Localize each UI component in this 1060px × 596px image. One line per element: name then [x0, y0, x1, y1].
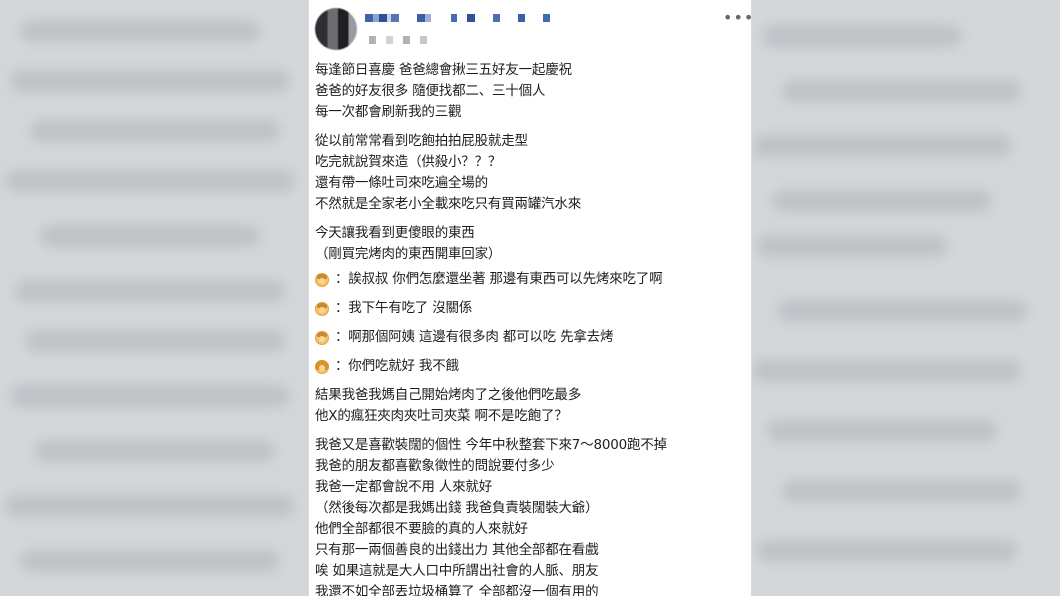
dialogue-text: ：啊那個阿姨 這邊有很多肉 都可以吃 先拿去烤 [335, 329, 614, 345]
blurred-background-left [0, 0, 308, 596]
text-line: 每一次都會刷新我的三觀 [315, 104, 462, 120]
paragraph: 今天讓我看到更傻眼的東西 （剛買完烤肉的東西開車回家） [315, 223, 743, 265]
text-line: （剛買完烤肉的東西開車回家） [315, 246, 502, 262]
dialogue-text: ：你們吃就好 我不餓 [335, 358, 459, 374]
blurred-background-right [752, 0, 1060, 596]
post-meta-censored [369, 36, 427, 44]
text-line: 從以前常常看到吃飽拍拍屁股就走型 [315, 133, 528, 149]
text-line: 吃完就說賀來造（供殺小？？？ [315, 154, 502, 170]
woman-emoji-icon [315, 359, 329, 374]
paragraph: 結果我爸我媽自己開始烤肉了之後他們吃最多 他X的瘋狂夾肉夾吐司夾菜 啊不是吃飽了… [315, 385, 743, 427]
text-line: 他們全部都很不要臉的真的人來就好 [315, 521, 528, 537]
text-line: 我還不如全部丟垃圾桶算了 全部都沒一個有用的 [315, 584, 599, 596]
text-line: 爸爸的好友很多 隨便找都二、三十個人 [315, 83, 546, 99]
text-line: 只有那一兩個善良的出錢出力 其他全部都在看戲 [315, 542, 599, 558]
text-line: （然後每次都是我媽出錢 我爸負責裝闊裝大爺） [315, 500, 599, 516]
man-emoji-icon [315, 301, 329, 316]
author-name-censored[interactable] [365, 14, 550, 22]
paragraph: 我爸又是喜歡裝闊的個性 今年中秋整套下來7～8000跑不掉 我爸的朋友都喜歡象徵… [315, 435, 743, 596]
text-line: 每逢節日喜慶 爸爸總會揪三五好友一起慶祝 [315, 62, 572, 78]
paragraph: 每逢節日喜慶 爸爸總會揪三五好友一起慶祝 爸爸的好友很多 隨便找都二、三十個人 … [315, 60, 743, 123]
man-emoji-icon [315, 330, 329, 345]
avatar[interactable] [315, 8, 357, 50]
dialogue-text: ：我下午有吃了 沒關係 [335, 300, 473, 316]
text-line: 不然就是全家老小全載來吃只有買兩罐汽水來 [315, 196, 581, 212]
text-line: 還有帶一條吐司來吃遍全場的 [315, 175, 488, 191]
dialogue-line: ：啊那個阿姨 這邊有很多肉 都可以吃 先拿去烤 [315, 327, 743, 348]
dialogue-line: ：你們吃就好 我不餓 [315, 356, 743, 377]
post-body: 每逢節日喜慶 爸爸總會揪三五好友一起慶祝 爸爸的好友很多 隨便找都二、三十個人 … [315, 60, 743, 596]
dialogue-text: ：誒叔叔 你們怎麼還坐著 那邊有東西可以先烤來吃了啊 [335, 271, 663, 287]
text-line: 我爸又是喜歡裝闊的個性 今年中秋整套下來7～8000跑不掉 [315, 437, 667, 453]
text-line: 今天讓我看到更傻眼的東西 [315, 225, 475, 241]
text-line: 結果我爸我媽自己開始烤肉了之後他們吃最多 [315, 387, 581, 403]
text-line: 我爸一定都會說不用 人來就好 [315, 479, 492, 495]
more-options-button[interactable]: ••• [723, 10, 751, 26]
post-card: ••• 每逢節日喜慶 爸爸總會揪三五好友一起慶祝 爸爸的好友很多 隨便找都二、三… [308, 0, 752, 596]
paragraph: 從以前常常看到吃飽拍拍屁股就走型 吃完就說賀來造（供殺小？？？ 還有帶一條吐司來… [315, 131, 743, 215]
dialogue-line: ：誒叔叔 你們怎麼還坐著 那邊有東西可以先烤來吃了啊 [315, 269, 743, 290]
man-emoji-icon [315, 272, 329, 287]
text-line: 我爸的朋友都喜歡象徵性的問說要付多少 [315, 458, 555, 474]
text-line: 他X的瘋狂夾肉夾吐司夾菜 啊不是吃飽了？ [315, 408, 568, 424]
dialogue-line: ：我下午有吃了 沒關係 [315, 298, 743, 319]
more-horizontal-icon: ••• [723, 8, 752, 27]
text-line: 唉 如果這就是大人口中所謂出社會的人脈、朋友 [315, 563, 599, 579]
